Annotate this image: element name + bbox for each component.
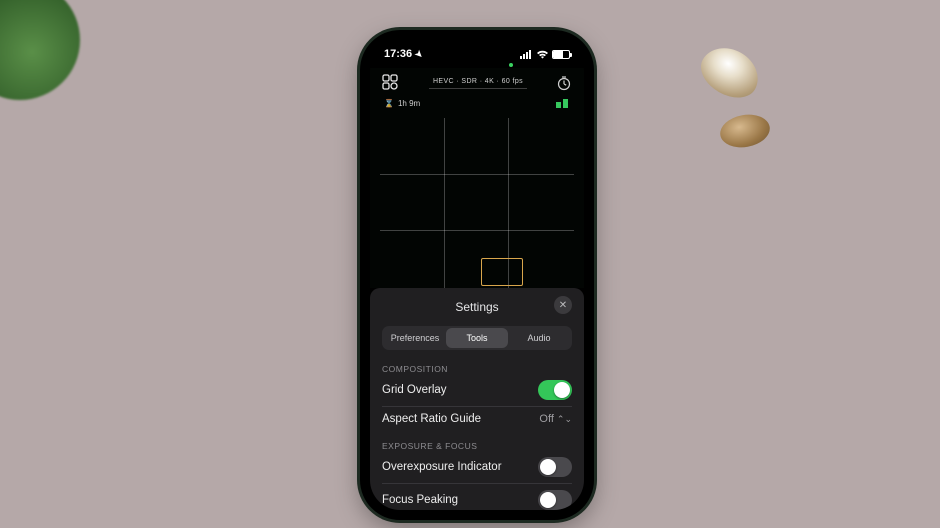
label-aspect-ratio-guide: Aspect Ratio Guide — [382, 413, 481, 425]
location-icon: ➤ — [412, 47, 425, 60]
desk-pebble-dark — [718, 111, 773, 151]
switch-grid-overlay[interactable] — [538, 380, 572, 400]
close-icon: ✕ — [559, 300, 567, 311]
cellular-icon — [520, 50, 533, 59]
grid-overlay-lines — [380, 118, 574, 288]
battery-fill — [553, 51, 563, 58]
status-time: 17:36 — [384, 48, 412, 60]
hourglass-icon: ⌛ — [384, 99, 394, 108]
tab-tools[interactable]: Tools — [446, 328, 508, 348]
phone-shell: 17:36 ➤ HEVC · SD — [360, 30, 594, 520]
row-overexposure-indicator: Overexposure Indicator — [382, 451, 572, 483]
autofocus-box[interactable] — [481, 258, 523, 286]
label-overexposure-indicator: Overexposure Indicator — [382, 461, 502, 473]
status-right — [520, 50, 570, 59]
settings-sheet: Settings ✕ Preferences Tools Audio COMPO… — [370, 288, 584, 510]
value-aspect-ratio-text: Off — [539, 413, 553, 425]
row-aspect-ratio-guide[interactable]: Aspect Ratio Guide Off ⌃⌄ — [382, 407, 572, 431]
sheet-header: Settings ✕ — [382, 296, 572, 318]
tab-preferences[interactable]: Preferences — [384, 328, 446, 348]
settings-tabs: Preferences Tools Audio — [382, 326, 572, 350]
battery-icon — [552, 50, 570, 59]
histogram-icon[interactable] — [556, 98, 570, 108]
tab-audio[interactable]: Audio — [508, 328, 570, 348]
timer-icon[interactable] — [556, 75, 572, 91]
sheet-title: Settings — [455, 300, 498, 314]
label-focus-peaking: Focus Peaking — [382, 494, 458, 506]
switch-focus-peaking[interactable] — [538, 490, 572, 510]
notch — [438, 40, 516, 58]
row-focus-peaking: Focus Peaking — [382, 484, 572, 510]
record-time-remaining: ⌛ 1h 9m — [384, 99, 420, 108]
section-header-exposure-focus: EXPOSURE & FOCUS — [382, 441, 572, 451]
row-grid-overlay: Grid Overlay — [382, 374, 572, 406]
value-aspect-ratio-guide[interactable]: Off ⌃⌄ — [539, 413, 572, 425]
switch-overexposure-indicator[interactable] — [538, 457, 572, 477]
updown-icon: ⌃⌄ — [557, 415, 572, 424]
label-grid-overlay: Grid Overlay — [382, 384, 447, 396]
format-summary[interactable]: HEVC · SDR · 4K · 60 fps — [429, 78, 527, 89]
phone-screen: 17:36 ➤ HEVC · SD — [370, 40, 584, 510]
viewfinder-sub-bar: ⌛ 1h 9m — [370, 92, 584, 108]
section-header-composition: COMPOSITION — [382, 364, 572, 374]
wifi-icon — [536, 50, 549, 59]
app-menu-icon[interactable] — [382, 74, 400, 92]
record-time-value: 1h 9m — [398, 99, 420, 108]
desk-pebble-light — [693, 38, 767, 107]
desk-plant — [0, 0, 80, 100]
close-button[interactable]: ✕ — [554, 296, 572, 314]
camera-viewfinder[interactable]: HEVC · SDR · 4K · 60 fps ⌛ 1h 9m — [370, 68, 584, 288]
status-left: 17:36 ➤ — [384, 48, 423, 60]
viewfinder-top-bar: HEVC · SDR · 4K · 60 fps — [370, 68, 584, 92]
camera-active-dot-icon — [509, 63, 513, 67]
